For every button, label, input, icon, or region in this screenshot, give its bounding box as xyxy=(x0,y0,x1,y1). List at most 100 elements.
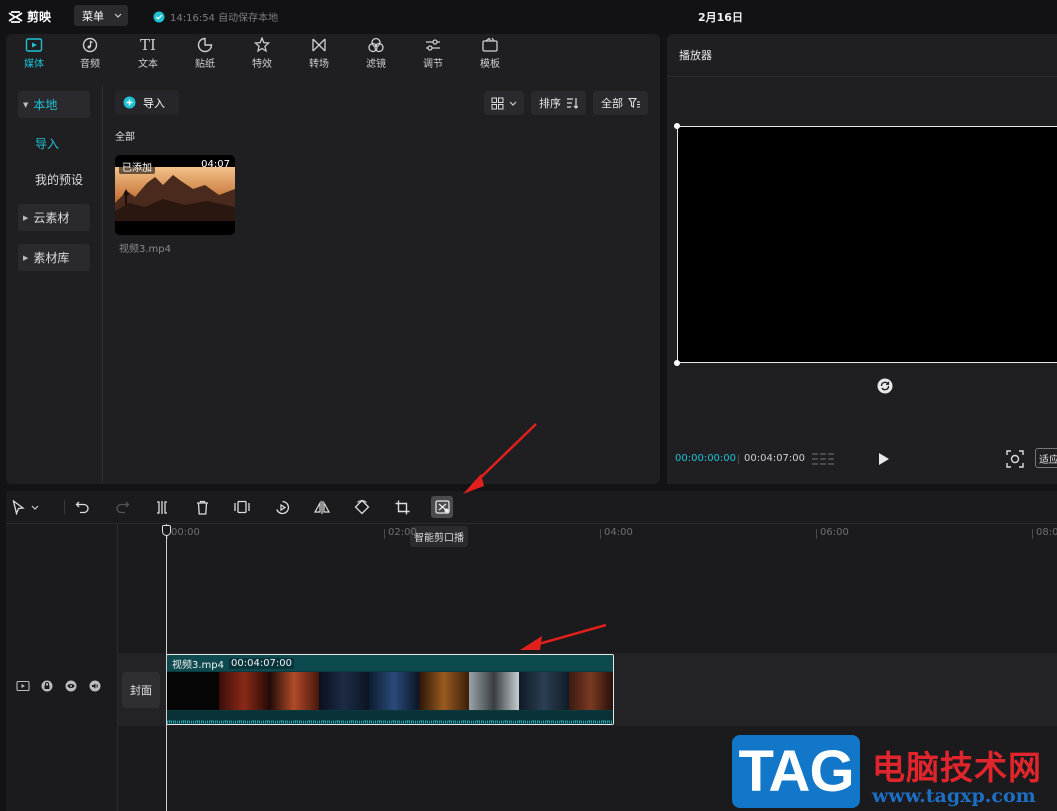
grid-icon xyxy=(491,97,504,110)
undo-icon xyxy=(75,500,90,514)
play-icon[interactable] xyxy=(878,452,890,466)
ruler-tick xyxy=(816,529,817,539)
video-track-icon[interactable] xyxy=(16,680,30,692)
timecode-separator: | xyxy=(737,454,741,465)
sidebar-item-import[interactable]: 导入 xyxy=(18,130,90,157)
clip-header: 视频3.mp4 00:04:07:00 xyxy=(167,655,613,671)
funnel-icon xyxy=(628,97,640,109)
plus-circle-icon xyxy=(123,96,136,109)
app-logo: 剪映 xyxy=(8,8,51,25)
chevron-down-icon xyxy=(31,505,39,510)
sort-icon xyxy=(566,97,578,109)
ruler-label: 00:00 xyxy=(171,527,200,538)
view-mode-button[interactable] xyxy=(484,91,524,115)
time-ruler[interactable]: 00:00 02:00 04:00 06:00 08:00 xyxy=(118,524,1057,546)
crop-button[interactable] xyxy=(392,497,412,517)
tab-audio[interactable]: 音频 xyxy=(68,37,112,73)
sidebar-item-local[interactable]: ▼ 本地 xyxy=(18,91,90,118)
transition-icon xyxy=(310,37,328,53)
tab-adjust[interactable]: 调节 xyxy=(411,37,455,73)
effects-icon xyxy=(253,37,271,53)
delete-button[interactable] xyxy=(192,497,212,517)
tab-effects[interactable]: 特效 xyxy=(240,37,284,73)
playhead[interactable] xyxy=(166,524,167,811)
sidebar-item-library[interactable]: ▶ 素材库 xyxy=(18,244,90,271)
freeze-frame-icon xyxy=(234,500,250,514)
freeze-frame-button[interactable] xyxy=(232,497,252,517)
watermark-url: www.tagxp.com xyxy=(872,785,1036,807)
sticker-icon xyxy=(196,37,214,53)
rotate-icon xyxy=(354,499,370,515)
project-title: 2月16日 xyxy=(698,11,743,24)
smart-cut-icon xyxy=(434,500,450,514)
toolbar-divider xyxy=(64,500,65,514)
import-button[interactable]: 导入 xyxy=(115,90,179,115)
watermark: TAG 电脑技术网 www.tagxp.com xyxy=(732,735,1054,808)
clip-filmstrip xyxy=(167,672,613,710)
media-panel: 媒体 音频 TI 文本 贴纸 特效 转场 滤镜 调节 模板 ▼ 本地 导入 我的… xyxy=(6,34,660,484)
sidebar-presets-label: 我的预设 xyxy=(35,173,84,187)
tab-filters[interactable]: 滤镜 xyxy=(354,37,398,73)
sidebar-item-presets[interactable]: 我的预设 xyxy=(18,166,90,193)
caret-down-icon: ▼ xyxy=(23,100,29,109)
tab-transitions[interactable]: 转场 xyxy=(297,37,341,73)
sort-button[interactable]: 排序 xyxy=(531,91,586,115)
select-tool-button[interactable] xyxy=(12,497,52,517)
filter-button[interactable]: 全部 xyxy=(593,91,648,115)
tab-stickers[interactable]: 贴纸 xyxy=(183,37,227,73)
cover-button[interactable]: 封面 xyxy=(122,672,160,708)
mirror-button[interactable] xyxy=(312,497,332,517)
cover-label: 封面 xyxy=(130,684,152,697)
rotate-button[interactable] xyxy=(352,497,372,517)
divider xyxy=(667,76,1057,77)
timeline-clip-duration: 00:04:07:00 xyxy=(229,657,295,669)
tab-templates[interactable]: 模板 xyxy=(468,37,512,73)
tab-media-label: 媒体 xyxy=(24,59,44,70)
tab-effects-label: 特效 xyxy=(252,59,272,70)
list-view-icon[interactable] xyxy=(812,451,834,467)
import-label: 导入 xyxy=(143,96,165,110)
media-sidebar: ▼ 本地 导入 我的预设 ▶ 云素材 ▶ 素材库 xyxy=(6,86,103,484)
media-clip-card[interactable]: 已添加 04:07 xyxy=(115,155,235,235)
ratio-button[interactable]: 适应 xyxy=(1035,448,1057,468)
reverse-button[interactable] xyxy=(272,497,292,517)
ruler-tick xyxy=(1032,529,1033,539)
chevron-down-icon xyxy=(114,13,122,18)
playhead-handle[interactable] xyxy=(162,525,171,536)
sidebar-import-label: 导入 xyxy=(35,137,60,151)
tab-templates-label: 模板 xyxy=(480,59,500,70)
eye-icon[interactable] xyxy=(64,680,78,692)
tab-text[interactable]: TI 文本 xyxy=(126,37,170,73)
split-icon xyxy=(155,500,169,515)
player-title: 播放器 xyxy=(679,49,712,62)
app-name: 剪映 xyxy=(27,10,52,24)
ruler-label: 08:00 xyxy=(1036,527,1057,538)
crop-icon xyxy=(395,500,410,515)
sidebar-item-cloud[interactable]: ▶ 云素材 xyxy=(18,204,90,231)
preview-screen[interactable] xyxy=(674,123,1057,366)
smart-cut-button[interactable] xyxy=(431,496,453,518)
lock-icon[interactable] xyxy=(40,680,54,692)
mirror-icon xyxy=(314,500,330,515)
resize-handle[interactable] xyxy=(674,123,680,129)
adjust-icon xyxy=(424,37,442,53)
undo-button[interactable] xyxy=(72,497,92,517)
capcut-logo-icon xyxy=(8,10,23,23)
fullscreen-focus-icon[interactable] xyxy=(1006,450,1024,468)
tab-filters-label: 滤镜 xyxy=(366,59,386,70)
sidebar-local-label: 本地 xyxy=(33,98,58,112)
timeline-toolbar xyxy=(6,491,1057,524)
audio-waveform xyxy=(167,711,613,724)
split-button[interactable] xyxy=(152,497,172,517)
timeline-clip[interactable]: 视频3.mp4 00:04:07:00 xyxy=(166,654,614,725)
redo-button[interactable] xyxy=(112,497,132,517)
tab-media[interactable]: 媒体 xyxy=(12,37,56,73)
watermark-logo: TAG xyxy=(732,735,860,808)
menu-button[interactable]: 菜单 xyxy=(74,5,128,26)
resize-handle[interactable] xyxy=(674,360,680,366)
tab-stickers-label: 贴纸 xyxy=(195,59,215,70)
rotate-icon[interactable] xyxy=(877,378,893,394)
redo-icon xyxy=(115,500,130,514)
volume-icon[interactable] xyxy=(88,680,102,692)
media-icon xyxy=(25,37,43,53)
